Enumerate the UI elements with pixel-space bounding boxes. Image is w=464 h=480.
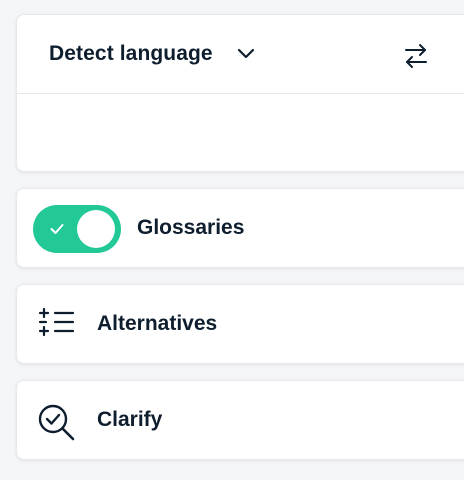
glossaries-label: Glossaries <box>137 216 245 239</box>
check-icon <box>50 222 64 240</box>
chevron-down-icon[interactable] <box>237 48 255 60</box>
magnifier-check-icon <box>37 403 75 441</box>
language-card: Detect language <box>16 14 464 172</box>
detect-language-label[interactable]: Detect language <box>49 42 213 66</box>
clarify-label: Clarify <box>97 408 163 431</box>
source-text-area[interactable] <box>17 94 464 172</box>
glossaries-card: Glossaries <box>16 188 464 268</box>
alternatives-card[interactable]: Alternatives <box>16 284 464 364</box>
glossaries-toggle[interactable] <box>33 205 121 253</box>
toggle-knob <box>77 210 115 248</box>
swap-arrows-icon[interactable] <box>401 41 431 71</box>
clarify-card[interactable]: Clarify <box>16 380 464 460</box>
language-header: Detect language <box>17 15 464 94</box>
sparkle-list-icon <box>37 307 75 345</box>
alternatives-label: Alternatives <box>97 312 218 335</box>
